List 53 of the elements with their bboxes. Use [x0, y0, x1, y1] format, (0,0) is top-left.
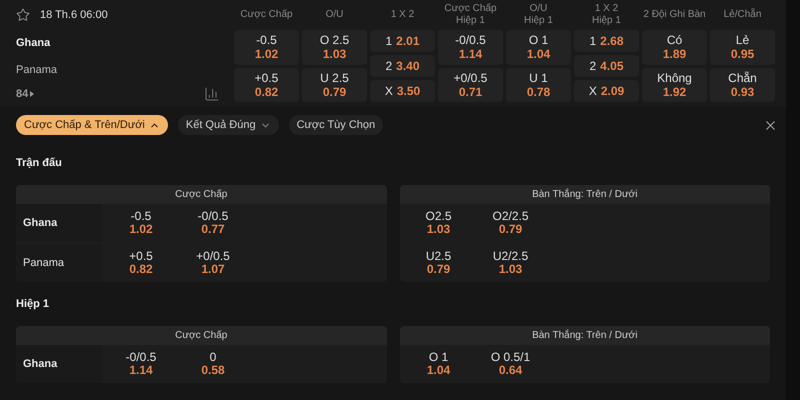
- column-header: O/U Hiệp 1: [523, 2, 554, 28]
- odds-button[interactable]: -0.5 1.02: [234, 30, 299, 64]
- odds-button[interactable]: -0/0.5 1.14: [438, 30, 503, 64]
- odds-button[interactable]: X 2.09: [574, 80, 639, 102]
- section-title: Hiệp 1: [16, 296, 50, 312]
- odds-button[interactable]: X 3.50: [370, 80, 435, 102]
- odds-button[interactable]: O2.5 1.03: [418, 210, 460, 236]
- team-name: Panama: [16, 63, 58, 78]
- odds-button[interactable]: U2/2.5 1.03: [490, 250, 532, 276]
- filter-tab[interactable]: Cược Chấp & Trên/Dưới: [16, 115, 168, 135]
- odds-button[interactable]: +0.5 0.82: [234, 68, 299, 102]
- odds-button[interactable]: 0 0.58: [192, 351, 234, 377]
- odds-button[interactable]: 2 4.05: [574, 55, 639, 77]
- column-header: 1 X 2 Hiệp 1: [591, 2, 622, 28]
- odds-button[interactable]: Không 1.92: [642, 68, 707, 102]
- more-markets-link[interactable]: 84: [16, 86, 34, 102]
- odds-button[interactable]: O 2.5 1.03: [302, 30, 367, 64]
- odds-button[interactable]: 2 3.40: [370, 55, 435, 77]
- column-header: 1 X 2: [390, 8, 416, 22]
- odds-button[interactable]: Chẵn 0.93: [710, 68, 775, 102]
- column-header: 2 Đội Ghi Bàn: [642, 8, 707, 22]
- odds-button[interactable]: O 1 1.04: [418, 351, 460, 377]
- filter-tab[interactable]: Kết Quả Đúng: [178, 115, 279, 135]
- odds-button[interactable]: +0/0.5 1.07: [192, 250, 234, 276]
- panel-header: Bàn Thắng: Trên / Dưới: [400, 185, 770, 204]
- odds-button[interactable]: O2/2.5 0.79: [490, 210, 532, 236]
- favorite-star-icon[interactable]: [16, 8, 30, 22]
- column-header: Cược Chấp Hiệp 1: [443, 2, 498, 28]
- team-name: Ghana: [16, 36, 52, 52]
- panel-header: Bàn Thắng: Trên / Dưới: [400, 326, 770, 345]
- odds-button[interactable]: U 2.5 0.79: [302, 68, 367, 102]
- odds-button[interactable]: O 0.5/1 0.64: [490, 351, 532, 377]
- section-title: Trận đấu: [16, 156, 62, 171]
- odds-button[interactable]: -0.5 1.02: [120, 210, 162, 236]
- odds-button[interactable]: +0/0.5 0.71: [438, 68, 503, 102]
- panel-header: Cược Chấp: [16, 185, 386, 204]
- panel-header: Cược Chấp: [16, 326, 386, 345]
- odds-button[interactable]: O 1 1.04: [506, 30, 571, 64]
- stats-icon[interactable]: [204, 86, 220, 102]
- odds-button[interactable]: U 1 0.78: [506, 68, 571, 102]
- column-header: O/U: [324, 8, 344, 22]
- odds-button[interactable]: Lẻ 0.95: [710, 30, 775, 64]
- column-header: Lẻ/Chẵn: [722, 7, 762, 22]
- odds-button[interactable]: 1 2.68: [574, 30, 639, 52]
- column-header: Cược Chấp: [239, 8, 294, 22]
- filter-tab[interactable]: Cược Tùy Chọn: [288, 115, 384, 135]
- match-time: 18 Th.6 06:00: [40, 8, 108, 23]
- odds-button[interactable]: Có 1.89: [642, 30, 707, 64]
- odds-button[interactable]: -0/0.5 1.14: [120, 351, 162, 377]
- odds-button[interactable]: U2.5 0.79: [418, 250, 460, 276]
- odds-button[interactable]: 1 2.01: [370, 30, 435, 52]
- odds-button[interactable]: +0.5 0.82: [120, 250, 162, 276]
- odds-button[interactable]: -0/0.5 0.77: [192, 210, 234, 236]
